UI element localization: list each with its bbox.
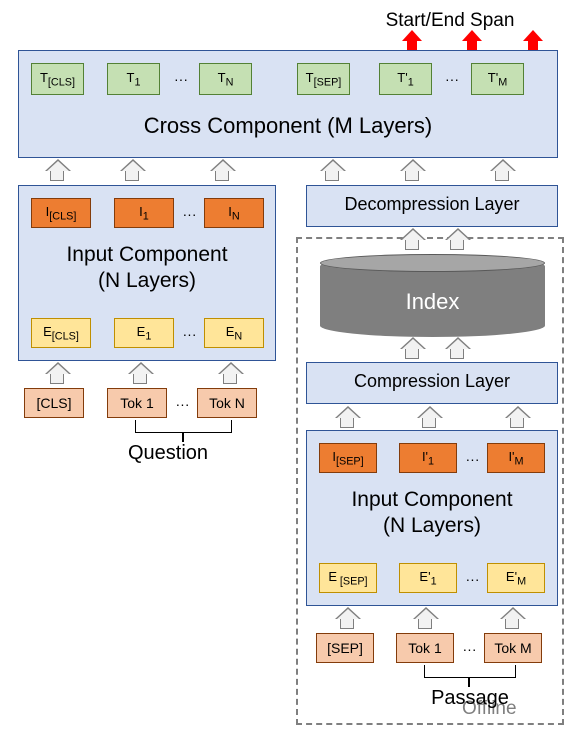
ellipsis-icon: ··· [166, 71, 196, 87]
input-component-p-label: Input Component (N Layers) [307, 487, 557, 540]
index-label: Index [406, 289, 460, 315]
t-cls-token: T[CLS] [31, 63, 84, 95]
e-cls-token: E[CLS] [31, 318, 91, 348]
bracket-icon [424, 665, 516, 678]
index-cylinder: Index [320, 255, 545, 337]
arrow-up-icon [510, 416, 524, 428]
in-token: IN [204, 198, 264, 228]
epm-token: E'M [487, 563, 545, 593]
p-tok1: Tok 1 [396, 633, 454, 663]
arrow-up-icon [505, 617, 519, 629]
q-tok1: Tok 1 [107, 388, 167, 418]
passage-label: Passage [400, 687, 540, 710]
e-sep-token: E [SEP] [319, 563, 377, 593]
input-component-q-label: Input Component (N Layers) [19, 242, 275, 295]
arrow-up-icon [50, 169, 64, 181]
ep1-token: E'1 [399, 563, 457, 593]
arrow-up-icon [405, 347, 419, 359]
q-tokn: Tok N [197, 388, 257, 418]
ellipsis-icon: ··· [437, 71, 467, 87]
ellipsis-icon: ··· [177, 206, 202, 222]
ellipsis-icon: ··· [460, 451, 485, 467]
input-component-passage: I[SEP] I'1 ··· I'M Input Component (N La… [306, 430, 558, 606]
tn-token: TN [199, 63, 252, 95]
red-arrow-icon [467, 40, 477, 50]
ellipsis-icon: ··· [457, 641, 482, 657]
ipm-token: I'M [487, 443, 545, 473]
ip1-token: I'1 [399, 443, 457, 473]
compression-label: Compression Layer [307, 371, 557, 392]
p-tokm: Tok M [484, 633, 542, 663]
question-label: Question [128, 442, 208, 465]
arrow-up-icon [422, 416, 436, 428]
arrow-up-icon [215, 169, 229, 181]
decompression-label: Decompression Layer [307, 194, 557, 215]
arrow-up-icon [340, 416, 354, 428]
arrow-up-icon [50, 372, 64, 384]
t1-token: T1 [107, 63, 160, 95]
red-arrow-icon [407, 40, 417, 50]
t-sep-token: T[SEP] [297, 63, 350, 95]
input-component-question: I[CLS] I1 ··· IN Input Component (N Laye… [18, 185, 276, 361]
arrow-up-icon [450, 238, 464, 250]
ellipsis-icon: ··· [460, 571, 485, 587]
arrow-up-icon [223, 372, 237, 384]
sep-input-token: [SEP] [316, 633, 374, 663]
decompression-layer: Decompression Layer [306, 185, 558, 227]
i1-token: I1 [114, 198, 174, 228]
bracket-stem-icon [468, 677, 470, 687]
red-arrow-icon [528, 40, 538, 50]
bracket-icon [135, 420, 232, 433]
ellipsis-icon: ··· [177, 326, 202, 342]
arrow-up-icon [405, 238, 419, 250]
ellipsis-icon: ··· [170, 396, 195, 412]
en-token: EN [204, 318, 264, 348]
tp1-token: T'1 [379, 63, 432, 95]
i-cls-token: I[CLS] [31, 198, 91, 228]
cls-input-token: [CLS] [24, 388, 84, 418]
span-title: Start/End Span [350, 10, 550, 32]
arrow-up-icon [325, 169, 339, 181]
arrow-up-icon [450, 347, 464, 359]
arrow-up-icon [340, 617, 354, 629]
cross-component-box: T[CLS] T1 ··· TN T[SEP] T'1 ··· T'M Cros… [18, 50, 558, 158]
arrow-up-icon [405, 169, 419, 181]
compression-layer: Compression Layer [306, 362, 558, 404]
diagram-root: Start/End Span T[CLS] T1 ··· TN T[SEP] T… [10, 10, 564, 728]
cross-component-label: Cross Component (M Layers) [19, 113, 557, 139]
arrow-up-icon [495, 169, 509, 181]
arrow-up-icon [125, 169, 139, 181]
arrow-up-icon [418, 617, 432, 629]
arrow-up-icon [133, 372, 147, 384]
tpm-token: T'M [471, 63, 524, 95]
e1-token: E1 [114, 318, 174, 348]
i-sep-token: I[SEP] [319, 443, 377, 473]
bracket-stem-icon [182, 432, 184, 442]
